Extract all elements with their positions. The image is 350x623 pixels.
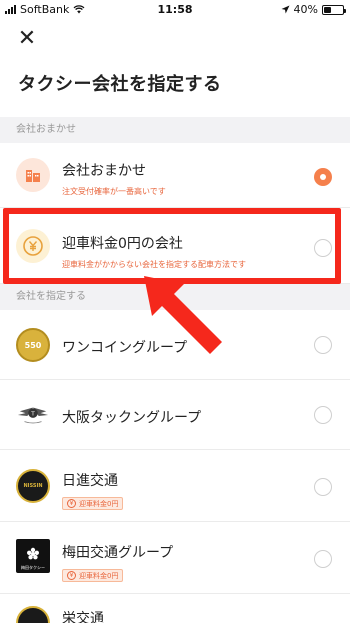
option-row-auto[interactable]: 会社おまかせ 注文受付確率が一番高いです	[0, 143, 350, 208]
company-texts: 大阪タックングループ	[62, 407, 201, 427]
company-texts: 日進交通 ¥ 迎車料金0円	[62, 470, 124, 510]
zero-fee-badge: ¥ 迎車料金0円	[62, 497, 124, 510]
yen-icon: ¥	[67, 499, 76, 508]
yen-icon: ¥	[67, 571, 76, 580]
company-name: 栄交通	[62, 611, 104, 623]
radio-selected[interactable]	[314, 168, 332, 186]
svg-text:T: T	[30, 411, 35, 417]
location-arrow-icon	[281, 5, 290, 14]
one-coin-logo-icon: 550	[16, 328, 50, 362]
option-row-zero-fee[interactable]: 迎車料金0円の会社 迎車料金がかからない会社を指定する配車方法です	[0, 208, 350, 284]
company-name: 大阪タックングループ	[62, 410, 202, 426]
company-name: 梅田交通グループ	[62, 545, 174, 561]
status-bar: SoftBank 11:58 40%	[0, 0, 350, 20]
radio-unselected[interactable]	[314, 336, 332, 354]
company-row-nissin[interactable]: NISSIN 日進交通 ¥ 迎車料金0円	[0, 450, 350, 522]
option-texts-zero-fee: 迎車料金0円の会社 迎車料金がかからない会社を指定する配車方法です	[62, 233, 246, 270]
yen-coin-icon	[16, 229, 50, 263]
company-row-one-coin[interactable]: 550 ワンコイングループ	[0, 310, 350, 380]
section-header-auto: 会社おまかせ	[0, 117, 350, 143]
option-description: 迎車料金がかからない会社を指定する配車方法です	[62, 260, 246, 269]
option-name: 会社おまかせ	[62, 163, 146, 179]
company-texts: ワンコイングループ	[62, 337, 187, 357]
umeda-logo-icon: 梅田タクシー	[16, 539, 50, 573]
building-icon	[16, 158, 50, 192]
radio-unselected[interactable]	[314, 478, 332, 496]
close-button[interactable]: ✕	[16, 28, 38, 50]
radio-unselected[interactable]	[314, 550, 332, 568]
company-name: ワンコイングループ	[62, 340, 188, 356]
company-row-umeda[interactable]: 梅田タクシー 梅田交通グループ ¥ 迎車料金0円	[0, 522, 350, 594]
battery-icon	[322, 4, 346, 15]
radio-unselected[interactable]	[314, 406, 332, 424]
option-texts-auto: 会社おまかせ 注文受付確率が一番高いです	[62, 160, 166, 197]
battery-percent: 40%	[293, 3, 318, 16]
page-title: タクシー会社を指定する	[18, 74, 222, 95]
option-name: 迎車料金0円の会社	[62, 236, 183, 252]
zero-fee-badge: ¥ 迎車料金0円	[62, 569, 124, 582]
osaka-winged-logo-icon: T	[16, 398, 50, 432]
company-name: 日進交通	[62, 473, 118, 489]
company-row-sakae[interactable]: 栄交通	[0, 594, 350, 623]
company-texts: 栄交通	[62, 608, 104, 623]
company-texts: 梅田交通グループ ¥ 迎車料金0円	[62, 542, 173, 582]
status-right: 40%	[281, 3, 346, 16]
company-row-osaka[interactable]: T 大阪タックングループ	[0, 380, 350, 450]
nissin-logo-icon: NISSIN	[16, 469, 50, 503]
sakae-logo-icon	[16, 606, 50, 623]
option-description: 注文受付確率が一番高いです	[62, 187, 166, 196]
section-header-specify: 会社を指定する	[0, 284, 350, 310]
radio-unselected[interactable]	[314, 239, 332, 257]
